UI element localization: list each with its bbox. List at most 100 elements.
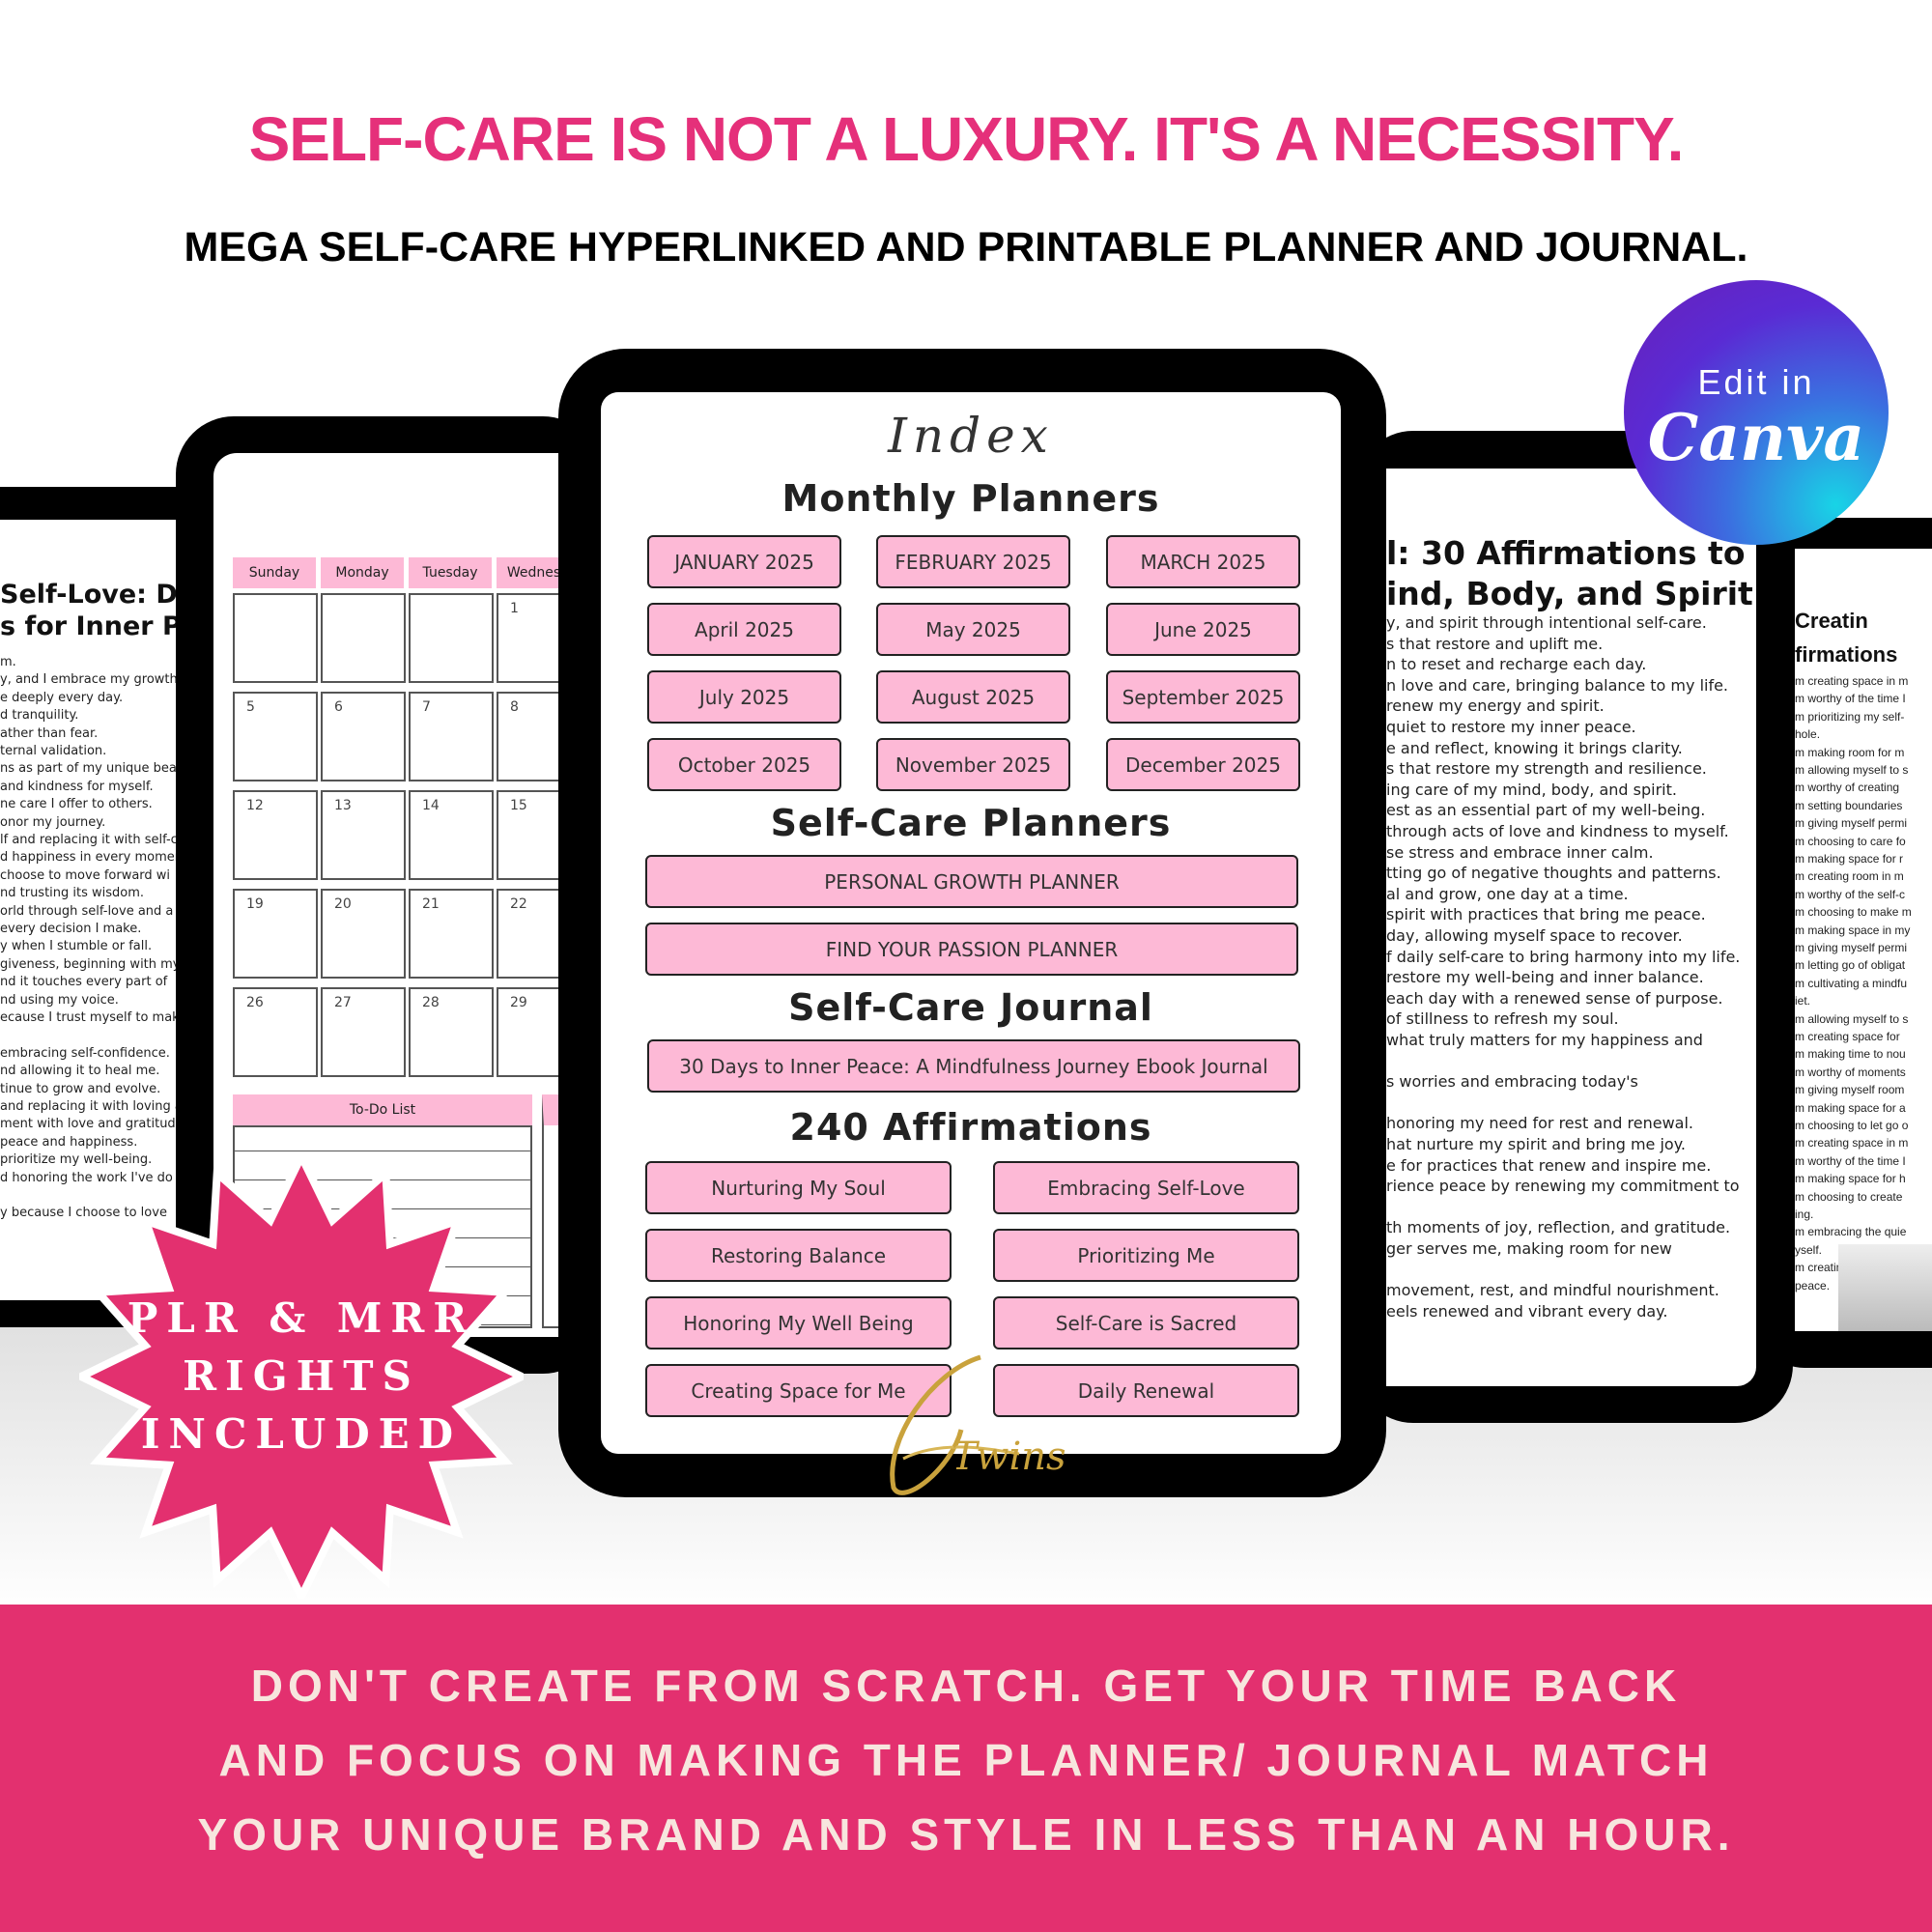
affirmation-line: m setting boundaries	[1795, 798, 1903, 812]
affirmation-line: m worthy of the time I	[1795, 692, 1906, 706]
affirmation-line: al and grow, one day at a time.	[1386, 884, 1629, 903]
footer-line-1: DON'T CREATE FROM SCRATCH. GET YOUR TIME…	[250, 1661, 1682, 1711]
affirmation-line: choose to move forward wi	[0, 867, 171, 883]
starburst-text: RIGHTS	[183, 1352, 420, 1400]
affirmation-line: m giving myself room	[1795, 1083, 1905, 1097]
affirmation-line: s that restore my strength and resilienc…	[1386, 759, 1707, 779]
month-button[interactable]: JANUARY 2025	[647, 535, 841, 588]
affirmation-line: ment with love and gratitude	[0, 1117, 176, 1132]
affirmation-line: hat nurture my spirit and bring me joy.	[1386, 1135, 1686, 1153]
calendar-day-cell[interactable]: 6	[321, 692, 406, 781]
month-button[interactable]: MARCH 2025	[1106, 535, 1300, 588]
calendar-day-cell[interactable]: 5	[233, 692, 318, 781]
affirmation-line: peace and happiness.	[0, 1134, 138, 1150]
month-button[interactable]: November 2025	[876, 738, 1070, 791]
affirmation-line: ecause I trust myself to mak	[0, 1010, 176, 1025]
calendar-day-cell[interactable]: 26	[233, 987, 318, 1077]
affirmation-button[interactable]: Honoring My Well Being	[645, 1296, 952, 1350]
affirmation-button[interactable]: Restoring Balance	[645, 1229, 952, 1282]
page-title-line: s for Inner Pe	[0, 611, 176, 641]
affirmation-line: rience peace by renewing my commitment t…	[1386, 1177, 1740, 1196]
calendar-day-cell[interactable]: 14	[409, 790, 494, 880]
affirmation-line: ternal validation.	[0, 744, 107, 758]
planner-button[interactable]: FIND YOUR PASSION PLANNER	[645, 923, 1298, 976]
month-button[interactable]: June 2025	[1106, 603, 1300, 656]
affirmation-line: and replacing it with loving a	[0, 1099, 176, 1114]
calendar-day-cell[interactable]	[409, 593, 494, 683]
affirmation-button[interactable]: Nurturing My Soul	[645, 1161, 952, 1214]
month-button[interactable]: October 2025	[647, 738, 841, 791]
edit-in-canva-badge[interactable]: Edit in Canva	[1624, 280, 1889, 545]
affirmation-line: nd trusting its wisdom.	[0, 886, 145, 901]
affirmation-line: m giving myself permi	[1795, 941, 1908, 954]
calendar-day-cell[interactable]: 19	[233, 889, 318, 979]
month-button[interactable]: September 2025	[1106, 670, 1300, 724]
index-page: Index Monthly Planners JANUARY 2025 FEBRU…	[601, 392, 1341, 1454]
logo-swirl-icon	[890, 1354, 1020, 1495]
calendar-day-cell[interactable]: 12	[233, 790, 318, 880]
page-title-line: l: 30 Affirmations to	[1386, 534, 1746, 572]
starburst-text: PLR & MRR	[127, 1294, 476, 1342]
affirmation-button[interactable]: Embracing Self-Love	[993, 1161, 1299, 1214]
affirmation-line: m creating space in m	[1795, 674, 1909, 688]
affirmation-line: f daily self-care to bring harmony into …	[1386, 947, 1741, 966]
month-button[interactable]: July 2025	[647, 670, 841, 724]
calendar-day-cell[interactable]	[233, 593, 318, 683]
affirmations-title: 240 Affirmations	[789, 1106, 1152, 1149]
affirmation-line: ne care I offer to others.	[0, 797, 153, 812]
footer-line-3: YOUR UNIQUE BRAND AND STYLE IN LESS THAN…	[197, 1809, 1735, 1860]
month-button[interactable]: May 2025	[876, 603, 1070, 656]
month-button[interactable]: April 2025	[647, 603, 841, 656]
planner-button[interactable]: PERSONAL GROWTH PLANNER	[645, 855, 1298, 908]
affirmation-line: orld through self-love and a	[0, 903, 174, 919]
affirmation-line: se stress and embrace inner calm.	[1386, 842, 1654, 862]
affirmation-line: tinue to grow and evolve.	[0, 1081, 161, 1096]
journal-button[interactable]: 30 Days to Inner Peace: A Mindfulness Jo…	[647, 1039, 1300, 1093]
calendar-day-header: Sunday	[233, 557, 316, 588]
canva-badge-line1: Edit in	[1697, 362, 1815, 402]
affirmation-line: ger serves me, making room for new	[1386, 1239, 1672, 1258]
affirmation-line: movement, rest, and mindful nourishment.	[1386, 1281, 1719, 1300]
calendar-day-cell[interactable]: 21	[409, 889, 494, 979]
affirmation-line: m embracing the quie	[1795, 1225, 1907, 1239]
affirmation-button[interactable]: Prioritizing Me	[993, 1229, 1299, 1282]
affirmation-line: eels renewed and vibrant every day.	[1386, 1301, 1668, 1321]
calendar-day-cell[interactable]: 13	[321, 790, 406, 880]
affirmation-line: e and reflect, knowing it brings clarity…	[1386, 738, 1683, 757]
index-script-title: Index	[888, 408, 1054, 464]
affirmation-line: m choosing to let go o	[1795, 1119, 1909, 1132]
affirmation-line: day, allowing myself space to recover.	[1386, 926, 1683, 945]
page-title-line: ind, Body, and Spirit	[1386, 575, 1753, 612]
affirmation-line: m making space for a	[1795, 1100, 1906, 1115]
affirmation-line: ing.	[1795, 1208, 1814, 1221]
logo-text: Twins	[952, 1435, 1066, 1479]
affirmation-line: s that restore and uplift me.	[1386, 634, 1604, 653]
affirmation-line: est as an essential part of my well-bein…	[1386, 801, 1706, 820]
month-button[interactable]: December 2025	[1106, 738, 1300, 791]
affirmation-line: m making space for h	[1795, 1172, 1906, 1186]
calendar-day-cell[interactable]: 27	[321, 987, 406, 1077]
affirmation-line: ather than fear.	[0, 725, 99, 741]
canva-logo: Canva	[1647, 400, 1865, 475]
affirmation-line: y, and I embrace my growth	[0, 672, 176, 688]
affirmation-line: m choosing to create	[1795, 1189, 1903, 1204]
calendar-day-cell[interactable]: 7	[409, 692, 494, 781]
calendar-day-cell[interactable]	[321, 593, 406, 683]
affirmation-line: m choosing to make m	[1795, 905, 1912, 920]
affirmation-line: m choosing to care fo	[1795, 834, 1906, 848]
affirmation-line: d happiness in every momen	[0, 850, 176, 866]
month-button[interactable]: FEBRUARY 2025	[876, 535, 1070, 588]
calendar-day-cell[interactable]: 20	[321, 889, 406, 979]
affirmation-button[interactable]: Self-Care is Sacred	[993, 1296, 1299, 1350]
page-shadow	[1838, 1244, 1932, 1331]
calendar-day-header: Monday	[321, 557, 404, 588]
affirmation-line: honoring my need for rest and renewal.	[1386, 1114, 1693, 1133]
calendar-day-header: Tuesday	[409, 557, 492, 588]
self-care-journal-title: Self-Care Journal	[788, 986, 1153, 1029]
month-button[interactable]: August 2025	[876, 670, 1070, 724]
affirmation-line: m.	[0, 655, 16, 669]
affirmation-line: iet.	[1795, 994, 1811, 1009]
affirmation-line: m letting go of obligat	[1795, 958, 1906, 973]
affirmation-line: what truly matters for my happiness and	[1386, 1031, 1703, 1049]
calendar-day-cell[interactable]: 28	[409, 987, 494, 1077]
